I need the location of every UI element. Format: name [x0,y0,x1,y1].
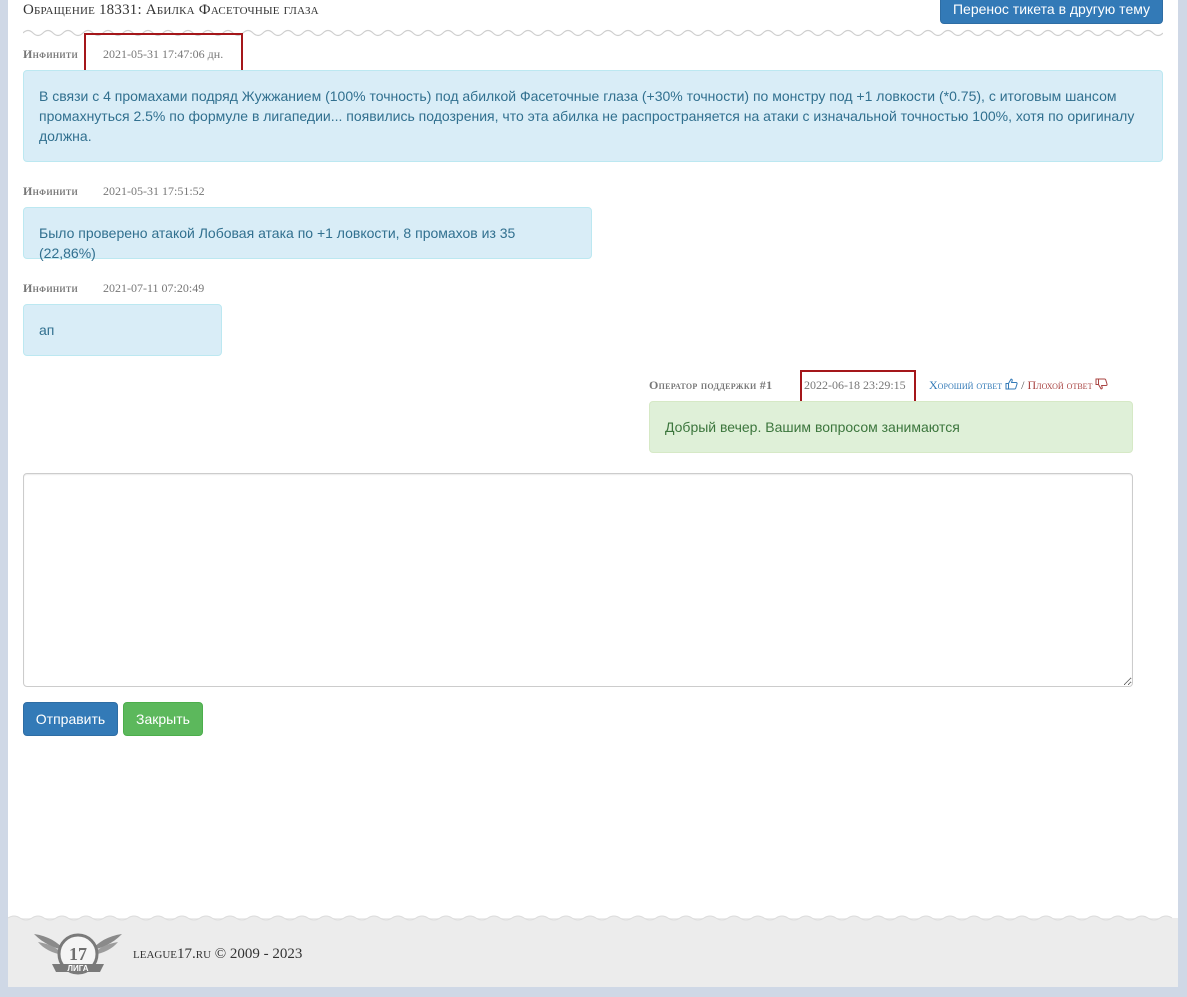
message-author: Инфинити [23,184,79,198]
message-bubble: ап [23,304,222,356]
highlight-box [800,370,916,403]
good-answer-link[interactable]: Хороший ответ [929,378,1021,392]
footer: 17 ЛИГА league17.ru © 2009 - 2023 [8,915,1178,987]
message-author: Инфинити [23,281,79,295]
message-bubble: Было проверено атакой Лобовая атака по +… [23,207,592,261]
reply-textarea[interactable] [23,473,1133,687]
bad-answer-link[interactable]: Плохой ответ [1028,378,1109,392]
message-time: 2021-05-31 17:51:52 [103,184,205,198]
footer-wave [8,915,1178,922]
highlight-box [84,33,243,72]
move-ticket-button[interactable]: Перенос тикета в другую тему [940,0,1163,24]
thumbs-up-icon [1005,378,1018,390]
footer-copyright: league17.ru © 2009 - 2023 [133,946,303,962]
logo-number: 17 [69,944,87,964]
message-meta: Инфинити 2021-05-31 17:47:06 дн. [23,47,223,62]
message-time: 2021-07-11 07:20:49 [103,281,205,295]
close-ticket-button[interactable]: Закрыть [123,702,203,736]
page-title: Обращение 18331: Абилка Фасеточные глаза [23,2,319,18]
operator-bubble: Добрый вечер. Вашим вопросом занимаются [649,401,1133,453]
rating-links: Хороший ответ / Плохой ответ [929,378,1109,393]
message-bubble: В связи с 4 промахами подряд Жужжанием (… [23,70,1163,162]
good-answer-label: Хороший ответ [929,378,1003,392]
bad-answer-label: Плохой ответ [1027,378,1093,392]
league17-logo: 17 ЛИГА [34,933,122,975]
operator-author: Оператор поддержки #1 [649,378,773,392]
message-meta: Инфинити 2021-07-11 07:20:49 [23,281,204,296]
page: Обращение 18331: Абилка Фасеточные глаза… [8,0,1178,987]
rating-separator: / [1021,378,1025,392]
message-meta: Инфинити 2021-05-31 17:51:52 [23,184,205,199]
thumbs-down-icon [1095,378,1109,390]
send-button[interactable]: Отправить [23,702,118,736]
logo-word: ЛИГА [67,964,88,973]
operator-meta: Оператор поддержки #1 2022-06-18 23:29:1… [649,378,906,393]
message-author: Инфинити [23,47,79,61]
